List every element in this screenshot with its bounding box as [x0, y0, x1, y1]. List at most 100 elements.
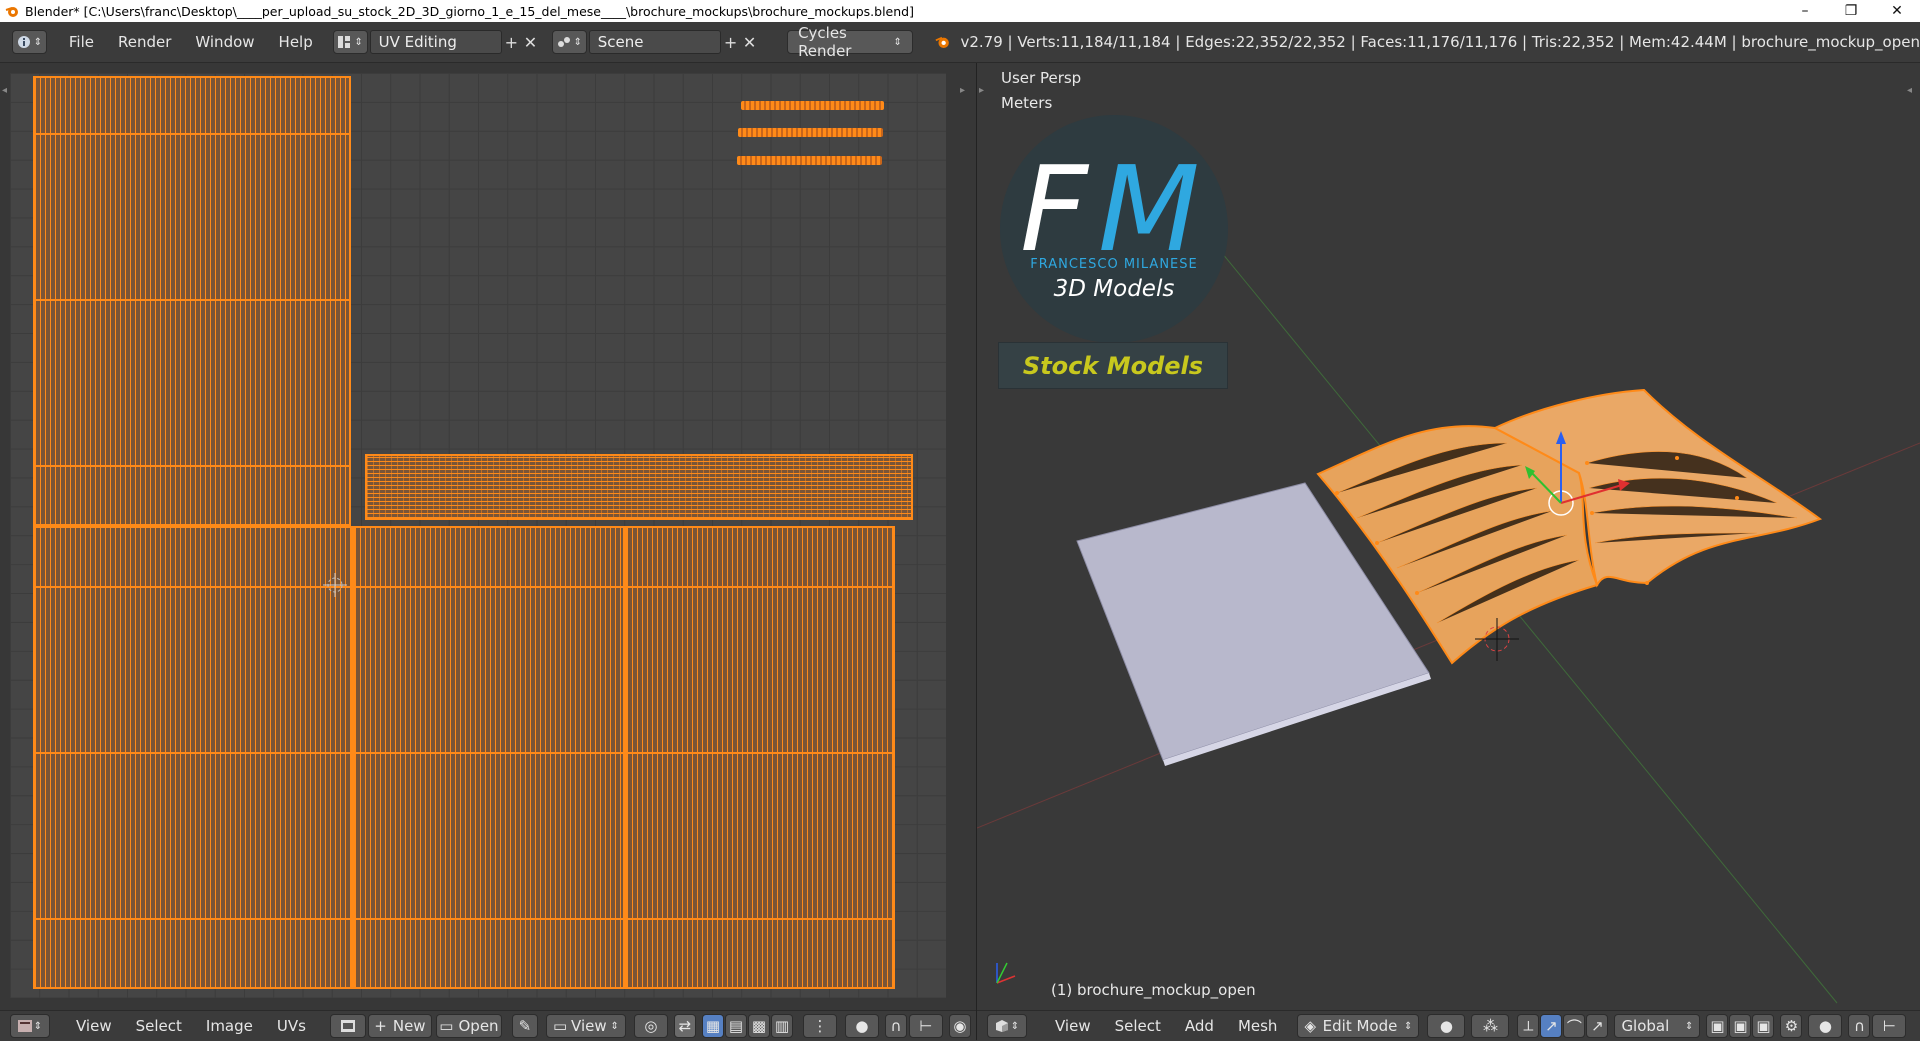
pin-image-button[interactable]: ✎	[511, 1014, 538, 1038]
updown-arrows-icon: ⇕	[573, 36, 583, 48]
scale-manipulator[interactable]: ↗	[1586, 1014, 1609, 1038]
editor-type-uv-button[interactable]: ⇕	[10, 1014, 50, 1038]
screen-layout-name[interactable]: UV Editing	[369, 30, 502, 54]
region-toggle-icon[interactable]: ▸	[960, 85, 965, 96]
face-mode-icon: ▩	[751, 1017, 767, 1035]
uv-island-spine[interactable]	[365, 454, 913, 520]
viewport-shading-dropdown[interactable]: ●	[1427, 1014, 1466, 1038]
view-mode-dropdown[interactable]: ▭ View ⇕	[545, 1014, 626, 1038]
region-toggle-icon[interactable]: ▸	[979, 85, 984, 96]
pivot-dropdown[interactable]: ◎	[633, 1014, 668, 1038]
updown-arrows-icon: ⇕	[1404, 1020, 1413, 1032]
new-image-button[interactable]: + New	[367, 1014, 432, 1038]
snap-element-dropdown[interactable]: ⊢	[908, 1014, 943, 1038]
editor-type-info-button[interactable]: ⇕	[12, 30, 47, 54]
uv-island-strip[interactable]	[741, 101, 884, 110]
sticky-icon: ⋮	[812, 1017, 828, 1035]
close-button[interactable]: ✕	[1874, 0, 1920, 22]
transform-orientation-dropdown[interactable]: Global ⇕	[1614, 1014, 1701, 1038]
uv-menu-image[interactable]: Image	[194, 1017, 265, 1035]
occlude-geometry-toggle[interactable]: ⚙	[1780, 1014, 1803, 1038]
uv-island-strip[interactable]	[737, 156, 882, 165]
proportional-edit-3d-dropdown[interactable]: ●	[1808, 1014, 1843, 1038]
view-name: User Persp	[1001, 69, 1082, 87]
uv-edge-row	[33, 133, 351, 135]
layer-button[interactable]: ▣	[1752, 1014, 1775, 1038]
active-object-label: (1) brochure_mockup_open	[1051, 981, 1256, 999]
open-image-label: Open	[458, 1017, 499, 1035]
uv-menu-view[interactable]: View	[64, 1017, 124, 1035]
open-image-button[interactable]: ▭ Open	[435, 1014, 502, 1038]
snap-element-icon: ⊢	[1882, 1017, 1896, 1035]
rotate-manipulator[interactable]: ⌒	[1563, 1014, 1586, 1038]
uv-image-editor[interactable]: ◂ ▸	[0, 63, 976, 1010]
region-toggle-icon[interactable]: ◂	[2, 85, 7, 96]
logo-banner: Stock Models	[998, 342, 1228, 389]
face-select-mode[interactable]: ▩	[747, 1014, 770, 1038]
interaction-mode-dropdown[interactable]: ◈ Edit Mode ⇕	[1297, 1014, 1420, 1038]
uv-menu-uvs[interactable]: UVs	[265, 1017, 318, 1035]
window-title-bar: Blender* [C:\Users\franc\Desktop\____per…	[0, 0, 1920, 22]
remove-layout-icon[interactable]: ✕	[521, 30, 540, 54]
region-toggle-icon[interactable]: ◂	[1907, 85, 1912, 96]
add-layout-icon[interactable]: +	[502, 30, 521, 54]
uv-island-strip[interactable]	[738, 128, 883, 137]
layer-button[interactable]: ▣	[1706, 1014, 1729, 1038]
image-browse-icon	[340, 1020, 355, 1032]
folder-icon: ▭	[439, 1017, 454, 1035]
sync-selection-toggle[interactable]: ⇄	[673, 1014, 696, 1038]
snap-3d-element-dropdown[interactable]: ⊢	[1872, 1014, 1907, 1038]
edge-select-mode[interactable]: ▤	[724, 1014, 747, 1038]
proportional-icon: ●	[855, 1017, 869, 1035]
pivot-point-dropdown[interactable]: ⁂	[1471, 1014, 1510, 1038]
3d-menu-add[interactable]: Add	[1173, 1017, 1226, 1035]
layout-grid-icon	[338, 36, 351, 48]
proportional-edit-dropdown[interactable]: ●	[844, 1014, 879, 1038]
3d-menu-select[interactable]: Select	[1103, 1017, 1173, 1035]
render-engine-dropdown[interactable]: Cycles Render ⇕	[787, 24, 913, 60]
magnet-icon: ∩	[890, 1017, 902, 1035]
solid-shading-icon: ●	[1439, 1017, 1453, 1035]
editor-type-3d-button[interactable]: ⇕	[987, 1014, 1027, 1038]
translate-manipulator[interactable]: ↗	[1540, 1014, 1563, 1038]
minimize-button[interactable]: –	[1782, 0, 1828, 22]
snap-3d-toggle[interactable]: ∩	[1848, 1014, 1871, 1038]
updown-arrows-icon: ⇕	[1685, 1020, 1694, 1032]
cube-icon: ▣	[1710, 1017, 1725, 1035]
render-preview-button[interactable]: ◉	[948, 1014, 971, 1038]
screen-layout-label: UV Editing	[378, 33, 457, 51]
snap-element-icon: ⊢	[919, 1017, 933, 1035]
manipulator-toggle[interactable]: ⟂	[1517, 1014, 1540, 1038]
island-select-mode[interactable]: ▥	[770, 1014, 793, 1038]
screen-layout-selector[interactable]: ⇕	[332, 30, 368, 54]
render-icon: ◉	[953, 1017, 967, 1035]
restore-button[interactable]: ❐	[1828, 0, 1874, 22]
3d-menu-mesh[interactable]: Mesh	[1226, 1017, 1290, 1035]
pivot-icon: ◎	[644, 1017, 658, 1035]
layer-button[interactable]: ▣	[1729, 1014, 1752, 1038]
scene-name[interactable]: Scene	[588, 30, 721, 54]
window-title: Blender* [C:\Users\franc\Desktop\____per…	[25, 3, 914, 19]
image-browse-button[interactable]	[329, 1014, 366, 1038]
scene-label: Scene	[597, 33, 644, 51]
scene-icon	[557, 37, 570, 47]
3d-menu-view[interactable]: View	[1043, 1017, 1103, 1035]
uv-2d-cursor-icon[interactable]	[323, 573, 347, 597]
uv-menu-select[interactable]: Select	[124, 1017, 194, 1035]
add-scene-icon[interactable]: +	[721, 30, 740, 54]
remove-scene-icon[interactable]: ✕	[740, 30, 759, 54]
snap-toggle[interactable]: ∩	[884, 1014, 907, 1038]
vertex-select-mode[interactable]: ▦	[701, 1014, 724, 1038]
menu-window[interactable]: Window	[183, 33, 266, 51]
menu-render[interactable]: Render	[106, 33, 183, 51]
menu-file[interactable]: File	[57, 33, 106, 51]
blender-logo-icon	[5, 7, 18, 17]
scene-selector[interactable]: ⇕	[551, 30, 587, 54]
logo-subtitle: 3D Models	[1053, 276, 1175, 302]
uv-island-back-cover[interactable]	[33, 76, 351, 526]
sticky-select-dropdown[interactable]: ⋮	[802, 1014, 837, 1038]
edge-mode-icon: ▤	[728, 1017, 744, 1035]
uv-edge-row	[33, 752, 895, 754]
menu-help[interactable]: Help	[267, 33, 325, 51]
uv-editor-footer: ⇕ View Select Image UVs + New ▭ Open ✎ ▭…	[0, 1010, 976, 1041]
